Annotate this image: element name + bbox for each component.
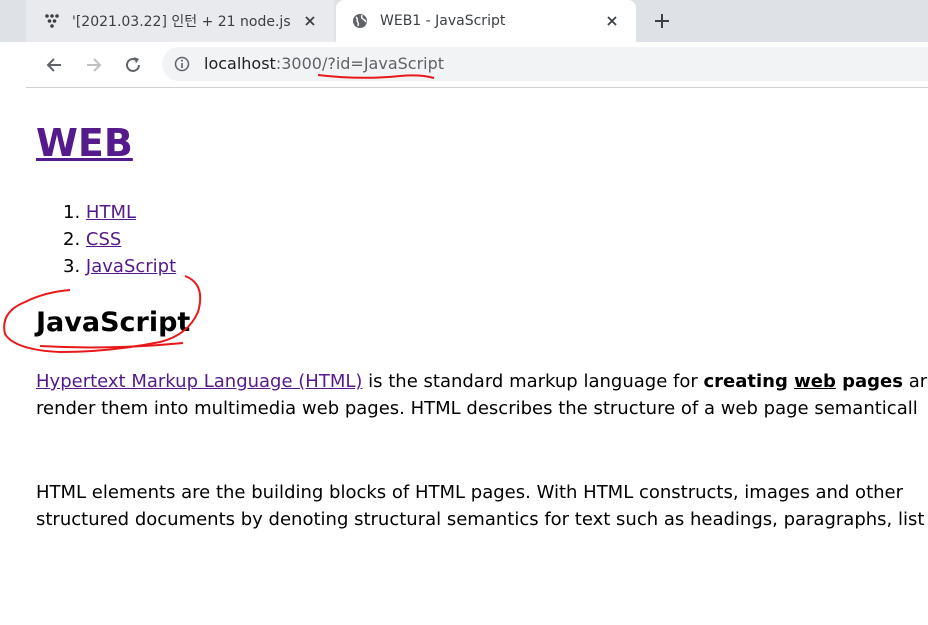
list-number: 2. [63,229,81,250]
topic-list: 1. HTML 2. CSS 3. JavaScript [63,199,176,280]
list-number: 1. [63,202,81,223]
list-item: 1. HTML [63,199,176,226]
paragraph-line: structured documents by denoting structu… [36,509,925,530]
section-heading: JavaScript [36,307,191,338]
web-home-link[interactable]: WEB [36,121,133,165]
back-arrow-icon[interactable] [40,51,68,79]
bold-underline-segment: web [794,371,836,392]
address-bar[interactable]: localhost:3000/?id=JavaScript [162,47,928,81]
text-segment: is the standard markup language for [362,371,704,392]
tab-internship-notes[interactable]: '[2021.03.22] 인턴 + 21 node.js [26,0,334,42]
list-number: 3. [63,256,81,277]
tab-strip: '[2021.03.22] 인턴 + 21 node.js WEB1 - Jav… [0,0,928,42]
paragraph-1: Hypertext Markup Language (HTML) is the … [36,368,928,422]
bold-segment: creating [703,371,795,392]
browser-toolbar: localhost:3000/?id=JavaScript [0,42,928,88]
tab-title: '[2021.03.22] 인턴 + 21 node.js [72,14,291,30]
nav-link-css[interactable]: CSS [86,229,121,250]
reload-icon[interactable] [119,51,147,79]
tab-web1-javascript[interactable]: WEB1 - JavaScript [336,0,636,42]
page-content: WEB 1. HTML 2. CSS 3. JavaScript JavaScr… [0,88,928,625]
list-item: 3. JavaScript [63,253,176,280]
bold-segment: pages [835,371,903,392]
nav-link-javascript[interactable]: JavaScript [86,256,176,277]
forward-arrow-icon[interactable] [80,51,108,79]
info-icon[interactable] [174,56,190,72]
globe-icon [352,13,368,29]
close-icon[interactable] [300,11,320,31]
page-title: WEB [36,121,133,165]
url-text: localhost:3000/?id=JavaScript [204,54,444,73]
paragraph-2: HTML elements are the building blocks of… [36,479,928,533]
paragraph-line: render them into multimedia web pages. H… [36,398,918,419]
close-icon[interactable] [602,11,622,31]
nav-link-html[interactable]: HTML [86,202,136,223]
dots-icon [44,13,60,29]
text-segment: ar [902,371,928,392]
paragraph-line: Hypertext Markup Language (HTML) is the … [36,368,928,395]
browser-chrome: '[2021.03.22] 인턴 + 21 node.js WEB1 - Jav… [0,0,928,88]
html-wiki-link[interactable]: Hypertext Markup Language (HTML) [36,371,362,392]
url-host: localhost [204,54,276,73]
tab-title: WEB1 - JavaScript [380,13,506,29]
paragraph-line: HTML elements are the building blocks of… [36,482,904,503]
url-rest: :3000/?id=JavaScript [275,54,445,73]
new-tab-button[interactable] [650,10,674,32]
list-item: 2. CSS [63,226,176,253]
